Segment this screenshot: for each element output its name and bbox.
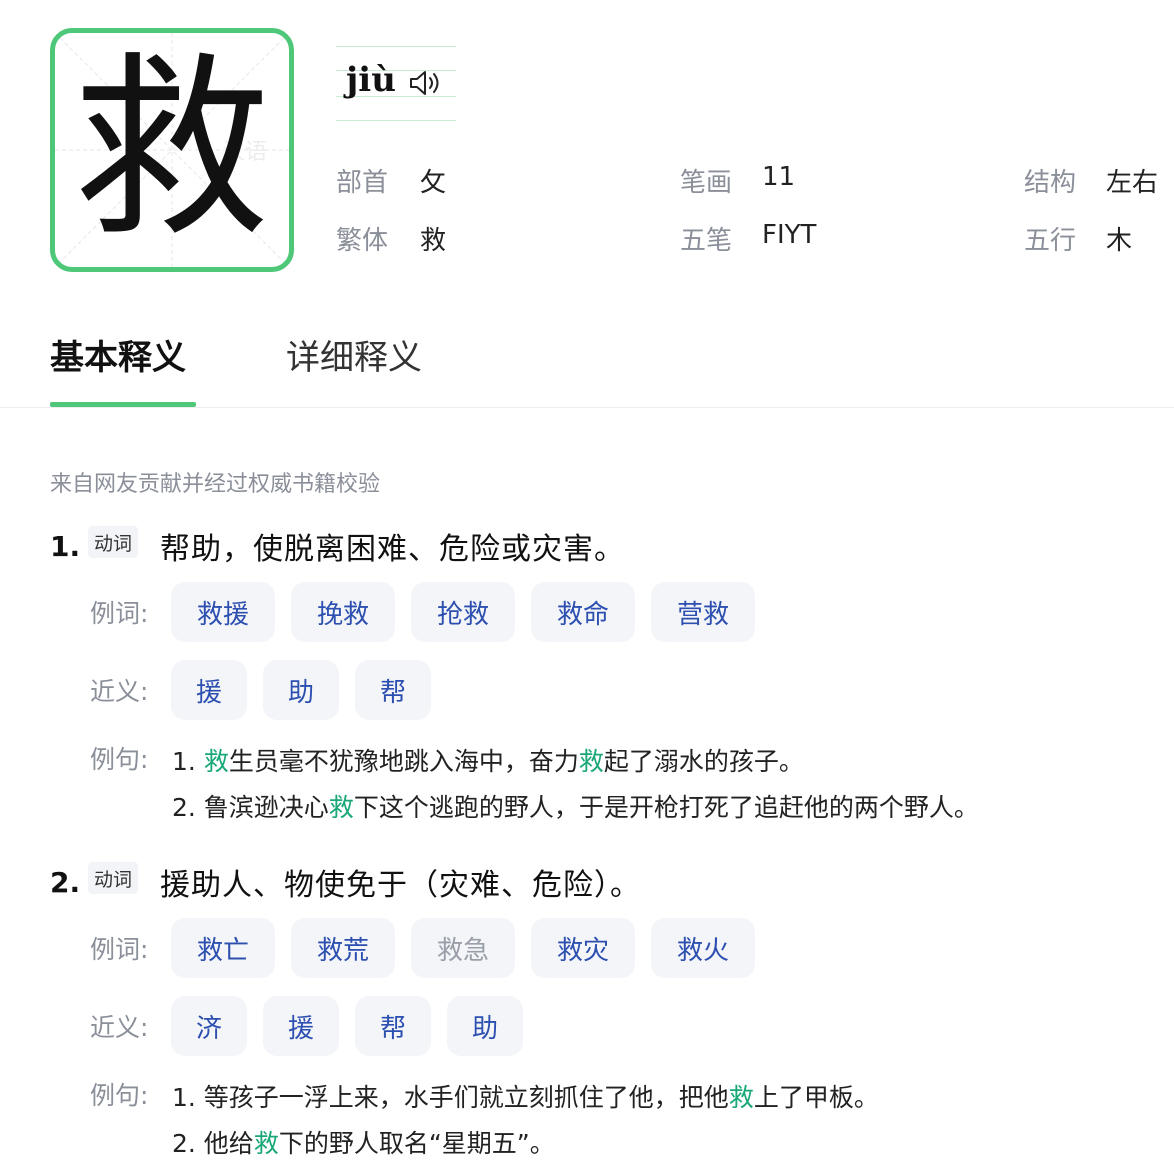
wuxing-value: 木 <box>1106 226 1133 256</box>
sentence-text: 起了溺水的孩子。 <box>603 747 804 776</box>
sentence-text: 1. 等孩子一浮上来，水手们就立刻抓住了他，把他 <box>172 1083 729 1112</box>
example-words-label: 例词: <box>90 935 149 964</box>
synonyms-label: 近义: <box>90 1013 149 1042</box>
example-sentence: 1. 等孩子一浮上来，水手们就立刻抓住了他，把他救上了甲板。 <box>172 1078 879 1114</box>
example-sentence: 2. 他给救下的野人取名“星期五”。 <box>172 1124 555 1160</box>
traditional-value: 救 <box>420 226 447 256</box>
sentence-text: 2. 鲁滨逊决心 <box>172 793 329 822</box>
highlighted-character: 救 <box>728 1083 754 1112</box>
wubi-label: 五笔 <box>680 226 733 256</box>
highlighted-character: 救 <box>203 747 229 776</box>
word-chip[interactable]: 抢救 <box>411 582 515 642</box>
example-sentence: 1. 救生员毫不犹豫地跳入海中，奋力救起了溺水的孩子。 <box>172 742 804 778</box>
definition-number: 2. <box>50 866 81 899</box>
structure-value: 左右 <box>1106 168 1159 198</box>
traditional-label: 繁体 <box>336 226 389 256</box>
word-chip[interactable]: 救火 <box>651 918 755 978</box>
strokes-label: 笔画 <box>680 168 733 198</box>
synonym-chip[interactable]: 帮 <box>355 660 431 720</box>
highlighted-character: 救 <box>253 1129 279 1158</box>
tab-basic[interactable]: 基本释义 <box>50 330 186 379</box>
pos-badge: 动词 <box>88 862 139 894</box>
synonym-chip[interactable]: 帮 <box>355 996 431 1056</box>
character-glyph: 救 <box>73 36 270 264</box>
radical-value: 攵 <box>420 168 447 198</box>
sentences-label: 例句: <box>90 1081 149 1110</box>
sentence-text: 上了甲板。 <box>753 1083 879 1112</box>
example-sentence: 2. 鲁滨逊决心救下这个逃跑的野人，于是开枪打死了追赶他的两个野人。 <box>172 788 979 824</box>
strokes-value: 11 <box>762 162 796 192</box>
speaker-icon[interactable] <box>408 68 444 98</box>
tab-detailed[interactable]: 详细释义 <box>286 330 422 379</box>
sentence-text: 1. <box>172 747 204 776</box>
definition-text: 援助人、物使免于（灾难、危险）。 <box>160 868 641 903</box>
sentence-text: 生员毫不犹豫地跳入海中，奋力 <box>228 747 579 776</box>
word-chip[interactable]: 救命 <box>531 582 635 642</box>
sentences-label: 例句: <box>90 745 149 774</box>
definition-number: 1. <box>50 530 81 563</box>
word-chip[interactable]: 救亡 <box>171 918 275 978</box>
highlighted-character: 救 <box>578 747 604 776</box>
structure-label: 结构 <box>1024 168 1077 198</box>
synonym-chip[interactable]: 济 <box>171 996 247 1056</box>
sentence-text: 下的野人取名“星期五”。 <box>278 1129 555 1158</box>
pinyin-text: jiù <box>346 60 396 100</box>
sentence-text: 2. 他给 <box>172 1129 254 1158</box>
sentence-text: 下这个逃跑的野人，于是开枪打死了追赶他的两个野人。 <box>353 793 979 822</box>
radical-label: 部首 <box>336 168 389 198</box>
wubi-value: FIYT <box>762 220 817 250</box>
source-note: 来自网友贡献并经过权威书籍校验 <box>50 472 381 497</box>
character-card: 汉语 救 <box>50 28 294 272</box>
word-chip[interactable]: 救荒 <box>291 918 395 978</box>
word-chip[interactable]: 营救 <box>651 582 755 642</box>
wuxing-label: 五行 <box>1024 226 1077 256</box>
synonym-chip[interactable]: 援 <box>171 660 247 720</box>
pos-badge: 动词 <box>88 526 139 558</box>
word-chip[interactable]: 救灾 <box>531 918 635 978</box>
word-chip[interactable]: 挽救 <box>291 582 395 642</box>
pinyin-box: jiù <box>336 46 456 122</box>
example-words-label: 例词: <box>90 599 149 628</box>
synonym-chip[interactable]: 援 <box>263 996 339 1056</box>
definition-text: 帮助，使脱离困难、危险或灾害。 <box>160 532 625 567</box>
tab-divider <box>0 407 1174 408</box>
synonym-chip[interactable]: 助 <box>263 660 339 720</box>
synonym-chip[interactable]: 助 <box>447 996 523 1056</box>
word-chip[interactable]: 救援 <box>171 582 275 642</box>
synonyms-label: 近义: <box>90 677 149 706</box>
highlighted-character: 救 <box>328 793 354 822</box>
word-chip[interactable]: 救急 <box>411 918 515 978</box>
